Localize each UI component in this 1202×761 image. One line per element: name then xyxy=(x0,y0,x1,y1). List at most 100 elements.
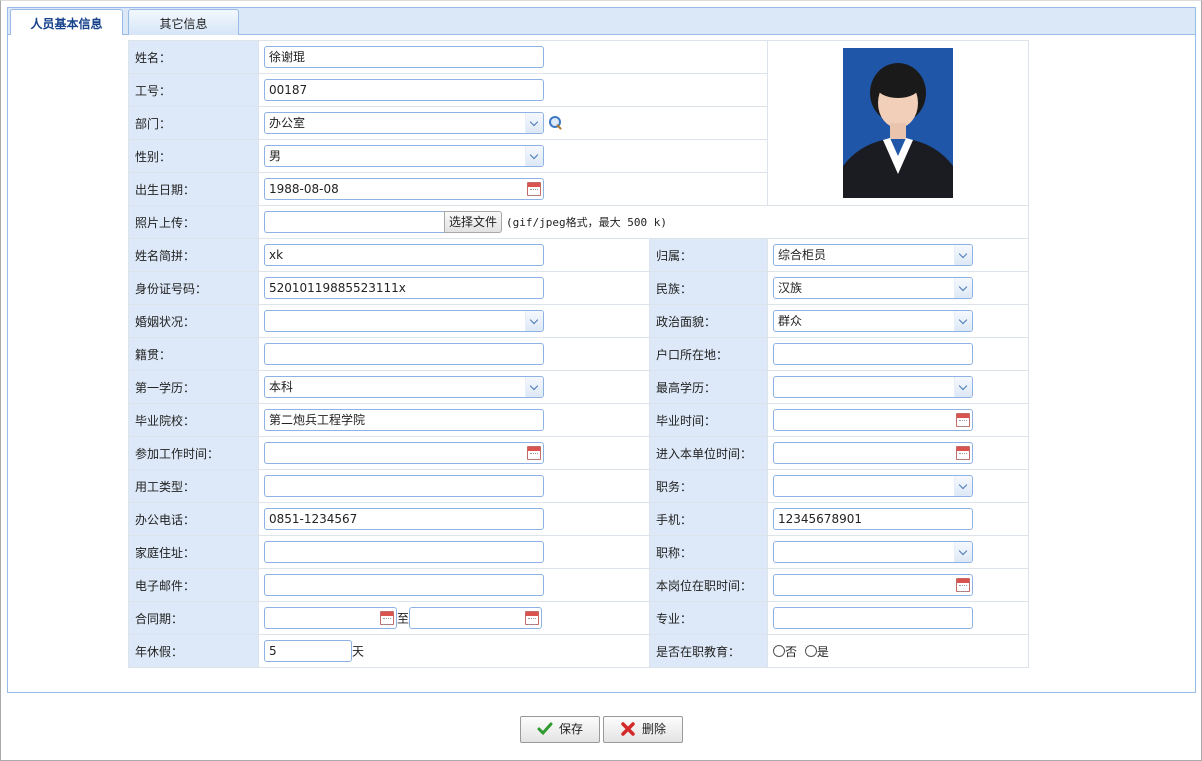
politics-select-value: 群众 xyxy=(778,314,803,328)
label-contract: 合同期： xyxy=(128,601,259,635)
name-input[interactable]: 徐谢琨 xyxy=(264,46,544,68)
top-edu-select[interactable] xyxy=(773,376,973,398)
tab-other-info[interactable]: 其它信息 xyxy=(128,9,239,36)
post-time-input[interactable] xyxy=(773,574,973,596)
calendar-icon[interactable] xyxy=(956,446,970,460)
chevron-down-icon[interactable] xyxy=(525,146,543,166)
pinyin-input[interactable]: xk xyxy=(264,244,544,266)
mobile-input[interactable]: 12345678901 xyxy=(773,508,973,530)
label-hukou: 户口所在地： xyxy=(649,337,768,371)
label-top-edu: 最高学历： xyxy=(649,370,768,404)
label-idcard: 身份证号码： xyxy=(128,271,259,305)
delete-button-label: 删除 xyxy=(642,722,667,736)
native-input[interactable] xyxy=(264,343,544,365)
emp-type-input[interactable] xyxy=(264,475,544,497)
calendar-icon[interactable] xyxy=(527,182,541,196)
checkmark-icon xyxy=(537,722,553,736)
chevron-down-icon[interactable] xyxy=(954,311,972,331)
label-pinyin: 姓名简拼： xyxy=(128,238,259,272)
belong-select-value: 综合柜员 xyxy=(778,248,827,262)
address-input[interactable] xyxy=(264,541,544,563)
first-edu-select[interactable]: 本科 xyxy=(264,376,544,398)
label-work-time: 参加工作时间： xyxy=(128,436,259,470)
label-title: 职称： xyxy=(649,535,768,569)
label-address: 家庭住址： xyxy=(128,535,259,569)
politics-select[interactable]: 群众 xyxy=(773,310,973,332)
label-belong: 归属： xyxy=(649,238,768,272)
label-email: 电子邮件： xyxy=(128,568,259,602)
employee-form: 姓名： 徐谢琨 工号： 00187 部门： 办公室 性别： 男 出生日期： 19… xyxy=(128,40,1029,668)
chevron-down-icon[interactable] xyxy=(525,113,543,133)
radio-yes-label: 是 xyxy=(816,644,829,659)
chevron-down-icon[interactable] xyxy=(525,377,543,397)
tab-basic-info[interactable]: 人员基本信息 xyxy=(10,9,123,37)
birth-date-input[interactable]: 1988-08-08 xyxy=(264,178,544,200)
chevron-down-icon[interactable] xyxy=(954,377,972,397)
grad-time-input[interactable] xyxy=(773,409,973,431)
marriage-select[interactable] xyxy=(264,310,544,332)
title-select[interactable] xyxy=(773,541,973,563)
label-name: 姓名： xyxy=(128,40,259,74)
nation-select[interactable]: 汉族 xyxy=(773,277,973,299)
label-emp-type: 用工类型： xyxy=(128,469,259,503)
label-gender: 性别： xyxy=(128,139,259,173)
label-nation: 民族： xyxy=(649,271,768,305)
tab-bar: 人员基本信息 其它信息 xyxy=(7,7,1196,37)
calendar-icon[interactable] xyxy=(525,611,540,625)
label-post-time: 本岗位在职时间： xyxy=(649,568,768,602)
chevron-down-icon[interactable] xyxy=(954,542,972,562)
first-edu-select-value: 本科 xyxy=(269,380,294,394)
label-photo-upload: 照片上传： xyxy=(128,205,259,239)
major-input[interactable] xyxy=(773,607,973,629)
save-button-label: 保存 xyxy=(559,722,584,736)
birth-date-value: 1988-08-08 xyxy=(269,182,339,196)
chevron-down-icon[interactable] xyxy=(954,245,972,265)
label-emp-no: 工号： xyxy=(128,73,259,107)
chevron-down-icon[interactable] xyxy=(525,311,543,331)
join-time-input[interactable] xyxy=(773,442,973,464)
photo-file-field[interactable] xyxy=(264,211,444,233)
label-native: 籍贯： xyxy=(128,337,259,371)
chevron-down-icon[interactable] xyxy=(954,278,972,298)
label-office-tel: 办公电话： xyxy=(128,502,259,536)
calendar-icon[interactable] xyxy=(380,611,394,625)
person-portrait-image xyxy=(843,48,953,198)
label-annual-leave: 年休假： xyxy=(128,634,259,668)
delete-button[interactable]: 删除 xyxy=(603,716,683,743)
chevron-down-icon[interactable] xyxy=(954,476,972,496)
contract-from-input[interactable] xyxy=(264,607,397,629)
radio-yes[interactable] xyxy=(804,645,817,657)
gender-select[interactable]: 男 xyxy=(264,145,544,167)
belong-select[interactable]: 综合柜员 xyxy=(773,244,973,266)
label-marriage: 婚姻状况： xyxy=(128,304,259,338)
label-school: 毕业院校： xyxy=(128,403,259,437)
annual-leave-input[interactable]: 5 xyxy=(264,640,352,662)
search-icon[interactable] xyxy=(548,115,564,131)
label-in-service-edu: 是否在职教育： xyxy=(649,634,768,668)
label-mobile: 手机： xyxy=(649,502,768,536)
emp-no-input[interactable]: 00187 xyxy=(264,79,544,101)
radio-no[interactable] xyxy=(773,645,785,657)
office-tel-input[interactable]: 0851-1234567 xyxy=(264,508,544,530)
calendar-icon[interactable] xyxy=(956,578,970,592)
hukou-input[interactable] xyxy=(773,343,973,365)
radio-no-label: 否 xyxy=(785,644,798,659)
idcard-input[interactable]: 52010119885523111x xyxy=(264,277,544,299)
label-first-edu: 第一学历： xyxy=(128,370,259,404)
school-input[interactable]: 第二炮兵工程学院 xyxy=(264,409,544,431)
calendar-icon[interactable] xyxy=(527,446,541,460)
work-time-input[interactable] xyxy=(264,442,544,464)
delete-x-icon xyxy=(621,722,635,736)
email-input[interactable] xyxy=(264,574,544,596)
employee-photo xyxy=(843,48,953,198)
choose-file-button[interactable]: 选择文件 xyxy=(444,211,502,233)
contract-separator: 至 xyxy=(397,611,410,626)
dept-select[interactable]: 办公室 xyxy=(264,112,544,134)
label-dept: 部门： xyxy=(128,106,259,140)
duty-select[interactable] xyxy=(773,475,973,497)
save-button[interactable]: 保存 xyxy=(520,716,600,743)
calendar-icon[interactable] xyxy=(956,413,970,427)
nation-select-value: 汉族 xyxy=(778,281,803,295)
dept-select-value: 办公室 xyxy=(269,116,306,130)
contract-to-input[interactable] xyxy=(409,607,543,629)
